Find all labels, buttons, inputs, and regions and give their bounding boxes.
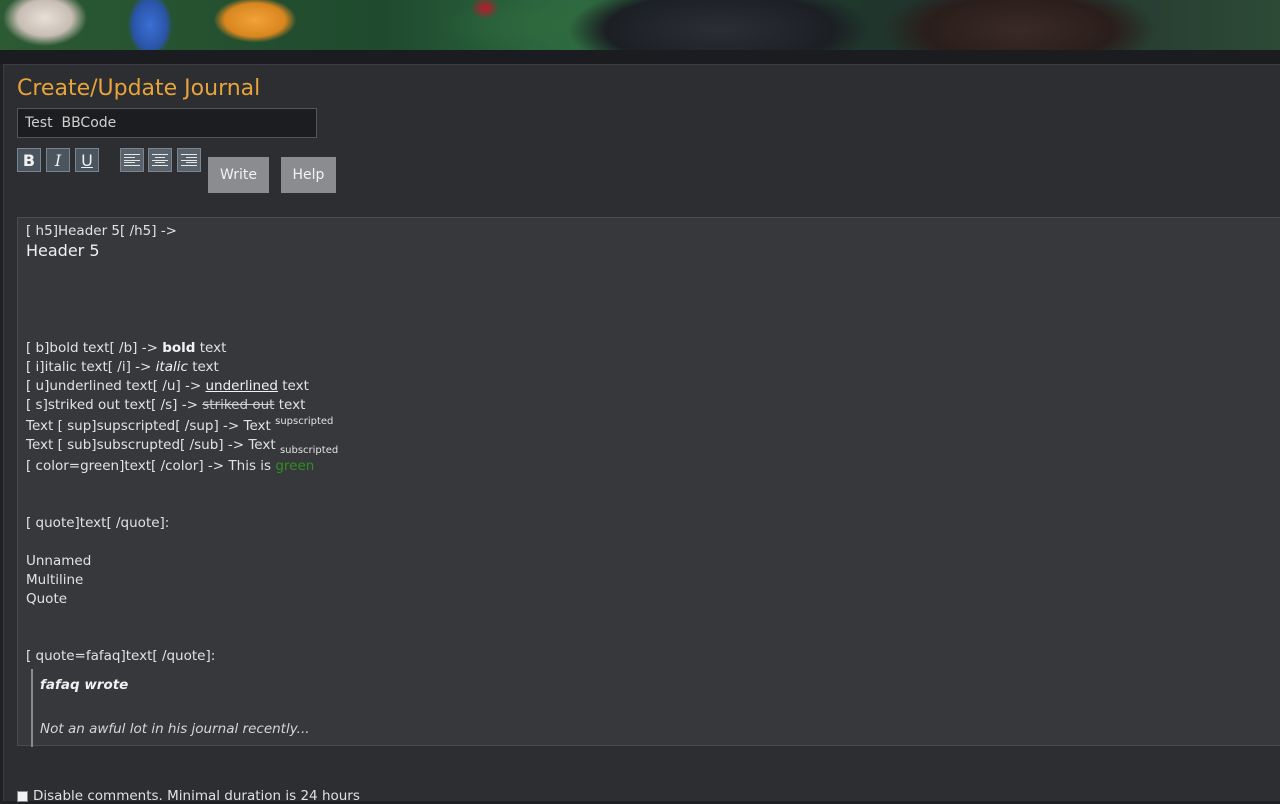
align-right-icon bbox=[181, 154, 197, 166]
underline-sample: underlined bbox=[205, 378, 278, 394]
bold-code: [ b]bold text[ /b] -> bbox=[26, 340, 163, 356]
sup-sample: supscripted bbox=[275, 416, 334, 427]
sub-sample: subscripted bbox=[279, 445, 339, 456]
underline-example-line: [ u]underlined text[ /u] -> underlined t… bbox=[26, 377, 309, 396]
journal-title-input[interactable] bbox=[17, 108, 317, 138]
align-center-icon bbox=[152, 154, 168, 166]
italic-suffix: text bbox=[187, 359, 219, 375]
bold-suffix: text bbox=[195, 340, 227, 356]
align-center-button[interactable] bbox=[148, 148, 172, 172]
color-sample: green bbox=[275, 458, 315, 474]
underline-suffix: text bbox=[277, 378, 309, 394]
quote-body: Not an awful lot in his journal recently… bbox=[40, 721, 310, 737]
bbcode-preview: [ h5]Header 5[ /h5] -> Header 5 [ b]bold… bbox=[17, 217, 1280, 747]
bold-sample: bold bbox=[162, 340, 196, 356]
color-example-line: [ color=green]text[ /color] -> This is g… bbox=[26, 457, 314, 476]
italic-code: [ i]italic text[ /i] -> bbox=[26, 359, 156, 375]
h5-rendered: Header 5 bbox=[26, 241, 100, 260]
sup-example-line: Text [ sup]supscripted[ /sup] -> Text su… bbox=[26, 416, 334, 437]
bold-example-line: [ b]bold text[ /b] -> bold text bbox=[26, 339, 226, 358]
bold-button-label: B bbox=[22, 150, 36, 170]
named-quote-block: fafaq wrote Not an awful lot in his jour… bbox=[31, 669, 633, 747]
underline-code: [ u]underlined text[ /u] -> bbox=[26, 378, 206, 394]
quote-line-2: Multiline bbox=[26, 572, 84, 588]
header-banner-image bbox=[0, 0, 1280, 50]
underline-button[interactable]: U bbox=[75, 148, 99, 172]
align-right-button[interactable] bbox=[177, 148, 201, 172]
h5-code-line: [ h5]Header 5[ /h5] -> bbox=[26, 223, 177, 239]
italic-button-label: I bbox=[54, 150, 62, 170]
strike-sample: striked out bbox=[202, 397, 275, 413]
sup-code: Text [ sup]supscripted[ /sup] -> Text bbox=[26, 418, 276, 434]
disable-comments-option[interactable]: Disable comments. Minimal duration is 24… bbox=[17, 788, 360, 804]
color-code: [ color=green]text[ /color] -> This is bbox=[26, 458, 276, 474]
strike-example-line: [ s]striked out text[ /s] -> striked out… bbox=[26, 396, 305, 415]
quote-line-3: Quote bbox=[26, 591, 68, 607]
named-quote-code-line: [ quote=fafaq]text[ /quote]: bbox=[26, 648, 216, 664]
align-left-icon bbox=[124, 154, 140, 166]
italic-button[interactable]: I bbox=[46, 148, 70, 172]
write-button[interactable]: Write bbox=[208, 157, 269, 193]
sub-code: Text [ sub]subscrupted[ /sub] -> Text bbox=[26, 437, 280, 453]
italic-example-line: [ i]italic text[ /i] -> italic text bbox=[26, 358, 219, 377]
sub-example-line: Text [ sub]subscrupted[ /sub] -> Text su… bbox=[26, 436, 338, 456]
disable-comments-label: Disable comments. Minimal duration is 24… bbox=[33, 788, 360, 804]
bold-button[interactable]: B bbox=[17, 148, 41, 172]
italic-sample: italic bbox=[155, 359, 188, 375]
underline-button-label: U bbox=[81, 150, 93, 170]
page-title: Create/Update Journal bbox=[17, 76, 261, 101]
quote-code-line: [ quote]text[ /quote]: bbox=[26, 515, 170, 531]
strike-suffix: text bbox=[274, 397, 306, 413]
quote-line-1: Unnamed bbox=[26, 553, 92, 569]
strike-code: [ s]striked out text[ /s] -> bbox=[26, 397, 203, 413]
align-left-button[interactable] bbox=[120, 148, 144, 172]
help-button[interactable]: Help bbox=[281, 157, 336, 193]
banner-divider bbox=[0, 50, 1280, 64]
quote-author: fafaq wrote bbox=[40, 677, 129, 693]
